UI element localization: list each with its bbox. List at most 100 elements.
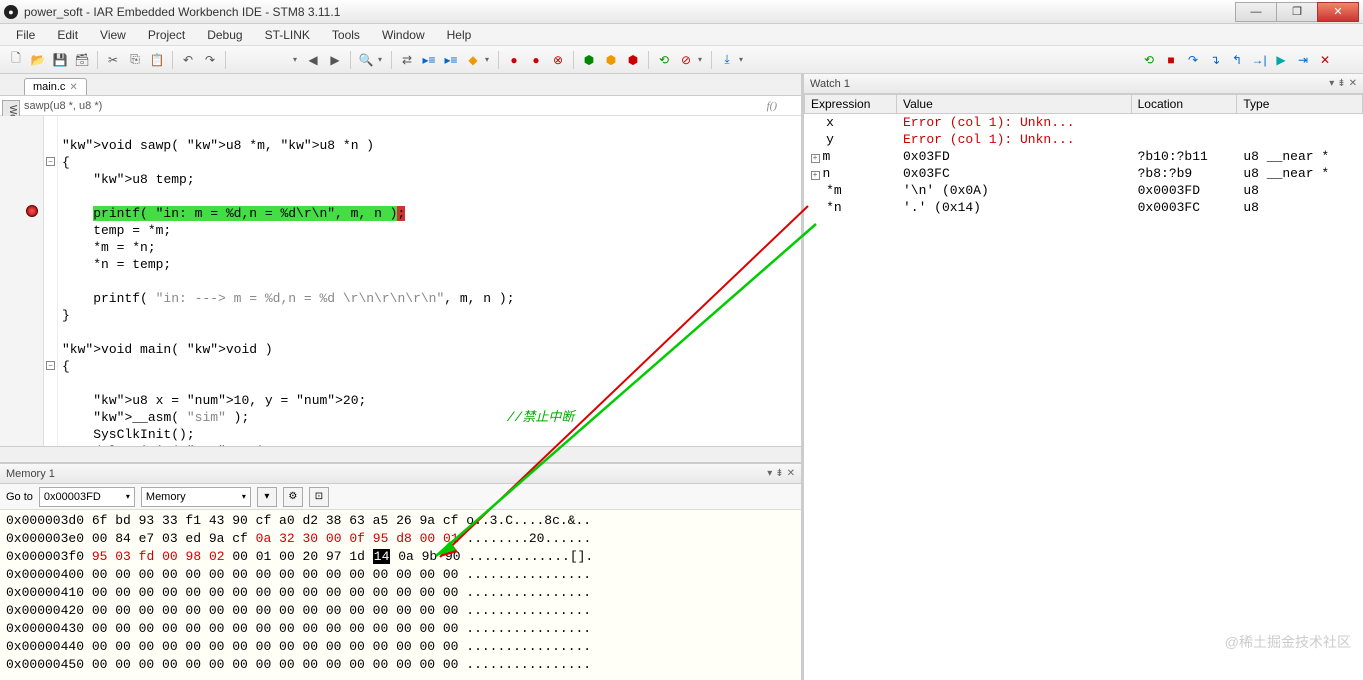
dropdown-icon[interactable]: ▾ — [293, 55, 301, 64]
nav-back-icon[interactable]: ◀ — [303, 50, 323, 70]
step-over-icon[interactable]: ↷ — [1183, 50, 1203, 70]
goto-label: Go to — [6, 491, 33, 503]
watch-row[interactable]: xError (col 1): Unkn... — [805, 114, 1363, 132]
memory-panel-title: Memory 1 — [6, 468, 55, 480]
run-to-icon[interactable]: →| — [1249, 50, 1269, 70]
memory-row[interactable]: 0x000003e0 00 84 e7 03 ed 9a cf 0a 32 30… — [6, 530, 795, 548]
watch-col-location[interactable]: Location — [1131, 95, 1237, 114]
minimize-button[interactable]: — — [1235, 2, 1277, 22]
panel-menu-icon[interactable]: ▾ — [767, 468, 772, 479]
menu-st-link[interactable]: ST-LINK — [255, 26, 320, 44]
bp-toggle-icon[interactable]: ⊗ — [548, 50, 568, 70]
watch-col-expression[interactable]: Expression — [805, 95, 897, 114]
panel-close-icon[interactable]: ✕ — [1349, 78, 1357, 89]
open-icon[interactable]: 📂 — [28, 50, 48, 70]
redo-icon[interactable]: ↷ — [200, 50, 220, 70]
fold-icon[interactable]: − — [46, 361, 55, 370]
step-into-icon[interactable]: ↴ — [1205, 50, 1225, 70]
func-list-icon[interactable]: f() — [767, 100, 777, 112]
undo-icon[interactable]: ↶ — [178, 50, 198, 70]
watch-col-value[interactable]: Value — [896, 95, 1131, 114]
nav-fwd-icon[interactable]: ▶ — [325, 50, 345, 70]
code-editor[interactable]: "kw">void sawp( "kw">u8 *m, "kw">u8 *n )… — [0, 116, 801, 446]
function-nav[interactable]: sawp(u8 *, u8 *) f() — [0, 96, 801, 116]
watch-row[interactable]: *n'.' (0x14)0x0003FCu8 — [805, 199, 1363, 216]
close-icon[interactable]: ✕ — [69, 82, 77, 93]
memory-row[interactable]: 0x00000430 00 00 00 00 00 00 00 00 00 00… — [6, 620, 795, 638]
watch-col-type[interactable]: Type — [1237, 95, 1363, 114]
memory-view[interactable]: 0x000003d0 6f bd 93 33 f1 43 90 cf a0 d2… — [0, 510, 801, 680]
watch-panel-title: Watch 1 — [810, 78, 850, 90]
panel-menu-icon[interactable]: ▾ — [1329, 78, 1334, 89]
panel-pin-icon[interactable]: ⇟ — [1337, 78, 1345, 89]
download-icon[interactable]: ⤓ — [717, 50, 737, 70]
find-icon[interactable]: 🔍 — [356, 50, 376, 70]
memory-panel: Memory 1 ▾ ⇟ ✕ Go to 0x00003FD▾ Memory▾ … — [0, 462, 801, 680]
menu-file[interactable]: File — [6, 26, 45, 44]
maximize-button[interactable]: ❐ — [1276, 2, 1318, 22]
paste-icon[interactable]: 📋 — [147, 50, 167, 70]
stop-build-icon[interactable]: ⬢ — [623, 50, 643, 70]
save-icon[interactable]: 💾 — [50, 50, 70, 70]
menu-window[interactable]: Window — [372, 26, 435, 44]
mem-cfg2-button[interactable]: ⊡ — [309, 487, 329, 507]
editor-tabs: main.c ✕ — [0, 74, 801, 96]
bp-next-icon[interactable]: ● — [526, 50, 546, 70]
go-icon[interactable]: ▶ — [1271, 50, 1291, 70]
mem-cfg1-button[interactable]: ⚙ — [283, 487, 303, 507]
function-signature: sawp(u8 *, u8 *) — [24, 100, 102, 112]
menu-help[interactable]: Help — [437, 26, 482, 44]
reset-icon[interactable]: ⟲ — [1139, 50, 1159, 70]
memory-row[interactable]: 0x00000410 00 00 00 00 00 00 00 00 00 00… — [6, 584, 795, 602]
goto-address-input[interactable]: 0x00003FD▾ — [39, 487, 135, 507]
fold-icon[interactable]: − — [46, 157, 55, 166]
make-icon[interactable]: ⬢ — [601, 50, 621, 70]
watch-row[interactable]: +n0x03FC?b8:?b9u8 __near * — [805, 165, 1363, 182]
memory-row[interactable]: 0x00000450 00 00 00 00 00 00 00 00 00 00… — [6, 656, 795, 674]
menu-debug[interactable]: Debug — [197, 26, 252, 44]
editor-gutter[interactable] — [0, 116, 44, 446]
breakpoint-icon[interactable] — [26, 205, 38, 217]
panel-close-icon[interactable]: ✕ — [787, 468, 795, 479]
next-stmt-icon[interactable]: ⇥ — [1293, 50, 1313, 70]
watch-row[interactable]: *m'\n' (0x0A)0x0003FDu8 — [805, 182, 1363, 199]
menu-project[interactable]: Project — [138, 26, 195, 44]
mem-width-button[interactable]: ▾ — [257, 487, 277, 507]
bookmark-next-icon[interactable]: ▸≡ — [441, 50, 461, 70]
watch-row[interactable]: +m0x03FD?b10:?b11u8 __near * — [805, 148, 1363, 165]
menu-view[interactable]: View — [90, 26, 136, 44]
watch-row[interactable]: yError (col 1): Unkn... — [805, 131, 1363, 148]
cut-icon[interactable]: ✂ — [103, 50, 123, 70]
panel-pin-icon[interactable]: ⇟ — [775, 468, 783, 479]
replace-icon[interactable]: ⇄ — [397, 50, 417, 70]
memory-row[interactable]: 0x00000440 00 00 00 00 00 00 00 00 00 00… — [6, 638, 795, 656]
restart-icon[interactable]: ⟲ — [654, 50, 674, 70]
watch-table[interactable]: ExpressionValueLocationType xError (col … — [804, 94, 1363, 680]
bp-prev-icon[interactable]: ● — [504, 50, 524, 70]
bookmark-prev-icon[interactable]: ▸≡ — [419, 50, 439, 70]
window-title: power_soft - IAR Embedded Workbench IDE … — [24, 5, 340, 19]
stop-icon[interactable]: ■ — [1161, 50, 1181, 70]
memory-row[interactable]: 0x00000400 00 00 00 00 00 00 00 00 00 00… — [6, 566, 795, 584]
watch-add-row[interactable] — [805, 216, 1363, 233]
compile-icon[interactable]: ⬢ — [579, 50, 599, 70]
saveall-icon[interactable]: 🗃 — [72, 50, 92, 70]
menu-tools[interactable]: Tools — [322, 26, 370, 44]
memory-row[interactable]: 0x000003d0 6f bd 93 33 f1 43 90 cf a0 d2… — [6, 512, 795, 530]
menu-edit[interactable]: Edit — [47, 26, 88, 44]
titlebar: ● power_soft - IAR Embedded Workbench ID… — [0, 0, 1363, 24]
menubar: FileEditViewProjectDebugST-LINKToolsWind… — [0, 24, 1363, 46]
debug-stop-icon[interactable]: ✕ — [1315, 50, 1335, 70]
step-out-icon[interactable]: ↰ — [1227, 50, 1247, 70]
copy-icon[interactable]: ⎘ — [125, 50, 145, 70]
memory-row[interactable]: 0x00000420 00 00 00 00 00 00 00 00 00 00… — [6, 602, 795, 620]
memory-toolbar: Go to 0x00003FD▾ Memory▾ ▾ ⚙ ⊡ — [0, 484, 801, 510]
new-icon[interactable]: 🗋 — [6, 50, 26, 70]
file-tab-main[interactable]: main.c ✕ — [24, 78, 87, 95]
memory-zone-select[interactable]: Memory▾ — [141, 487, 251, 507]
break-icon[interactable]: ⊘ — [676, 50, 696, 70]
memory-row[interactable]: 0x000003f0 95 03 fd 00 98 02 00 01 00 20… — [6, 548, 795, 566]
bookmark-toggle-icon[interactable]: ◆ — [463, 50, 483, 70]
editor-scrollbar[interactable] — [0, 446, 801, 462]
close-button[interactable]: ✕ — [1317, 2, 1359, 22]
